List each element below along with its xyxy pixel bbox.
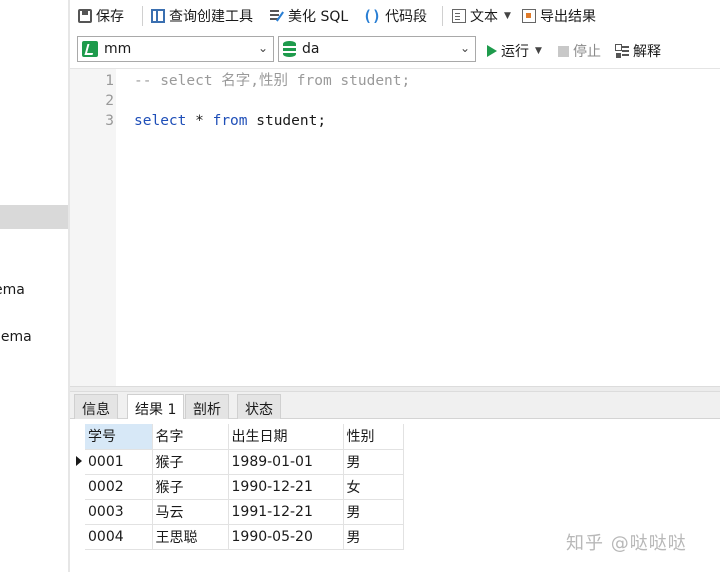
sidebar-selected-item[interactable] <box>0 205 68 229</box>
table-row[interactable]: 0003 马云 1991-12-21 男 <box>85 499 404 525</box>
stop-icon <box>558 45 569 57</box>
column-header[interactable]: 出生日期 <box>228 424 344 450</box>
sql-statement: select * from student; <box>134 111 326 131</box>
sidebar-item-schema-2[interactable]: nema <box>0 329 32 345</box>
editor-toolbar: 保存 查询创建工具 美化 SQL () 代码段 文本 ▼ 导出结果 <box>70 0 720 32</box>
database-select[interactable]: da ⌄ <box>278 36 476 62</box>
code-snippet-button[interactable]: () 代码段 <box>363 6 427 26</box>
mysql-connection-icon <box>82 41 98 57</box>
sql-keyword: select <box>134 113 187 129</box>
chevron-down-icon: ⌄ <box>459 41 470 55</box>
result-tabs: 信息 结果 1 剖析 状态 <box>70 392 720 420</box>
code-line: 3 select * from student; <box>70 111 326 131</box>
explain-label: 解释 <box>633 44 661 60</box>
database-value: da <box>302 41 320 57</box>
stop-button[interactable]: 停止 <box>558 41 601 61</box>
text-label: 文本 <box>470 9 498 25</box>
table-cell[interactable]: 0003 <box>85 499 153 525</box>
line-number: 2 <box>105 93 114 109</box>
result-table: 学号 名字 出生日期 性别 0001 猴子 1989-01-01 男 0002 … <box>85 424 404 550</box>
table-cell[interactable]: 王思聪 <box>152 524 229 550</box>
watermark: 知乎 @哒哒哒 <box>566 533 687 554</box>
beautify-icon <box>270 9 284 23</box>
text-button[interactable]: 文本 ▼ <box>452 6 511 26</box>
chevron-down-icon: ⌄ <box>257 41 268 55</box>
export-result-button[interactable]: 导出结果 <box>522 6 596 26</box>
object-sidebar: ema nema <box>0 0 68 572</box>
current-row-indicator-icon <box>76 456 82 466</box>
toolbar-divider <box>142 6 143 26</box>
table-cell[interactable]: 男 <box>343 499 404 525</box>
toolbar-divider <box>442 6 443 26</box>
dropdown-caret-icon[interactable]: ▼ <box>535 46 542 56</box>
run-label: 运行 <box>501 44 529 60</box>
header-row: 学号 名字 出生日期 性别 <box>85 424 404 450</box>
table-cell[interactable]: 猴子 <box>152 474 229 500</box>
beautify-sql-label: 美化 SQL <box>288 9 349 25</box>
tab-info[interactable]: 信息 <box>74 394 118 419</box>
stop-label: 停止 <box>573 44 601 60</box>
beautify-sql-button[interactable]: 美化 SQL <box>270 6 348 26</box>
dropdown-caret-icon[interactable]: ▼ <box>504 11 511 21</box>
table-cell[interactable]: 女 <box>343 474 404 500</box>
table-cell[interactable]: 马云 <box>152 499 229 525</box>
table-cell[interactable]: 0004 <box>85 524 153 550</box>
explain-button[interactable]: 解释 <box>615 41 661 61</box>
query-builder-label: 查询创建工具 <box>169 9 253 25</box>
query-builder-icon <box>151 9 165 23</box>
code-snippet-icon: () <box>363 7 382 25</box>
table-cell[interactable]: 1990-12-21 <box>228 474 344 500</box>
line-number: 1 <box>105 73 114 89</box>
table-cell[interactable]: 男 <box>343 449 404 475</box>
query-builder-button[interactable]: 查询创建工具 <box>151 6 253 26</box>
text-icon <box>452 9 466 23</box>
save-label: 保存 <box>96 9 124 25</box>
column-header[interactable]: 学号 <box>85 424 153 450</box>
table-row[interactable]: 0001 猴子 1989-01-01 男 <box>85 449 404 475</box>
table-cell[interactable]: 0001 <box>85 449 153 475</box>
column-header[interactable]: 名字 <box>152 424 229 450</box>
table-cell[interactable]: 猴子 <box>152 449 229 475</box>
column-header[interactable]: 性别 <box>343 424 404 450</box>
code-line: 2 <box>70 91 114 111</box>
sql-token: student; <box>247 113 327 129</box>
tab-profile[interactable]: 剖析 <box>185 394 229 419</box>
connection-value: mm <box>104 41 132 57</box>
sql-comment: -- select 名字,性别 from student; <box>134 73 411 89</box>
explain-icon <box>615 44 629 58</box>
save-icon <box>78 9 92 23</box>
table-row[interactable]: 0002 猴子 1990-12-21 女 <box>85 474 404 500</box>
connection-bar: mm ⌄ da ⌄ 运行 ▼ 停止 解释 <box>70 33 720 65</box>
tab-result-1[interactable]: 结果 1 <box>127 394 185 420</box>
table-cell[interactable]: 1990-05-20 <box>228 524 344 550</box>
table-cell[interactable]: 0002 <box>85 474 153 500</box>
sql-keyword: from <box>212 113 248 129</box>
run-button[interactable]: 运行 ▼ <box>487 41 542 61</box>
save-button[interactable]: 保存 <box>78 6 124 26</box>
sidebar-item-schema-1[interactable]: ema <box>0 282 25 298</box>
export-icon <box>522 9 536 23</box>
sql-editor[interactable]: 1 -- select 名字,性别 from student; 2 3 sele… <box>70 68 720 387</box>
tab-status[interactable]: 状态 <box>237 394 281 419</box>
export-result-label: 导出结果 <box>540 9 596 25</box>
code-snippet-label: 代码段 <box>385 9 428 25</box>
database-icon <box>283 41 296 57</box>
sql-token: * <box>186 113 213 129</box>
line-number: 3 <box>105 113 114 129</box>
connection-select[interactable]: mm ⌄ <box>77 36 274 62</box>
code-line: 1 -- select 名字,性别 from student; <box>70 71 410 91</box>
table-cell[interactable]: 男 <box>343 524 404 550</box>
table-cell[interactable]: 1991-12-21 <box>228 499 344 525</box>
table-cell[interactable]: 1989-01-01 <box>228 449 344 475</box>
table-row[interactable]: 0004 王思聪 1990-05-20 男 <box>85 524 404 550</box>
play-icon <box>487 45 497 57</box>
